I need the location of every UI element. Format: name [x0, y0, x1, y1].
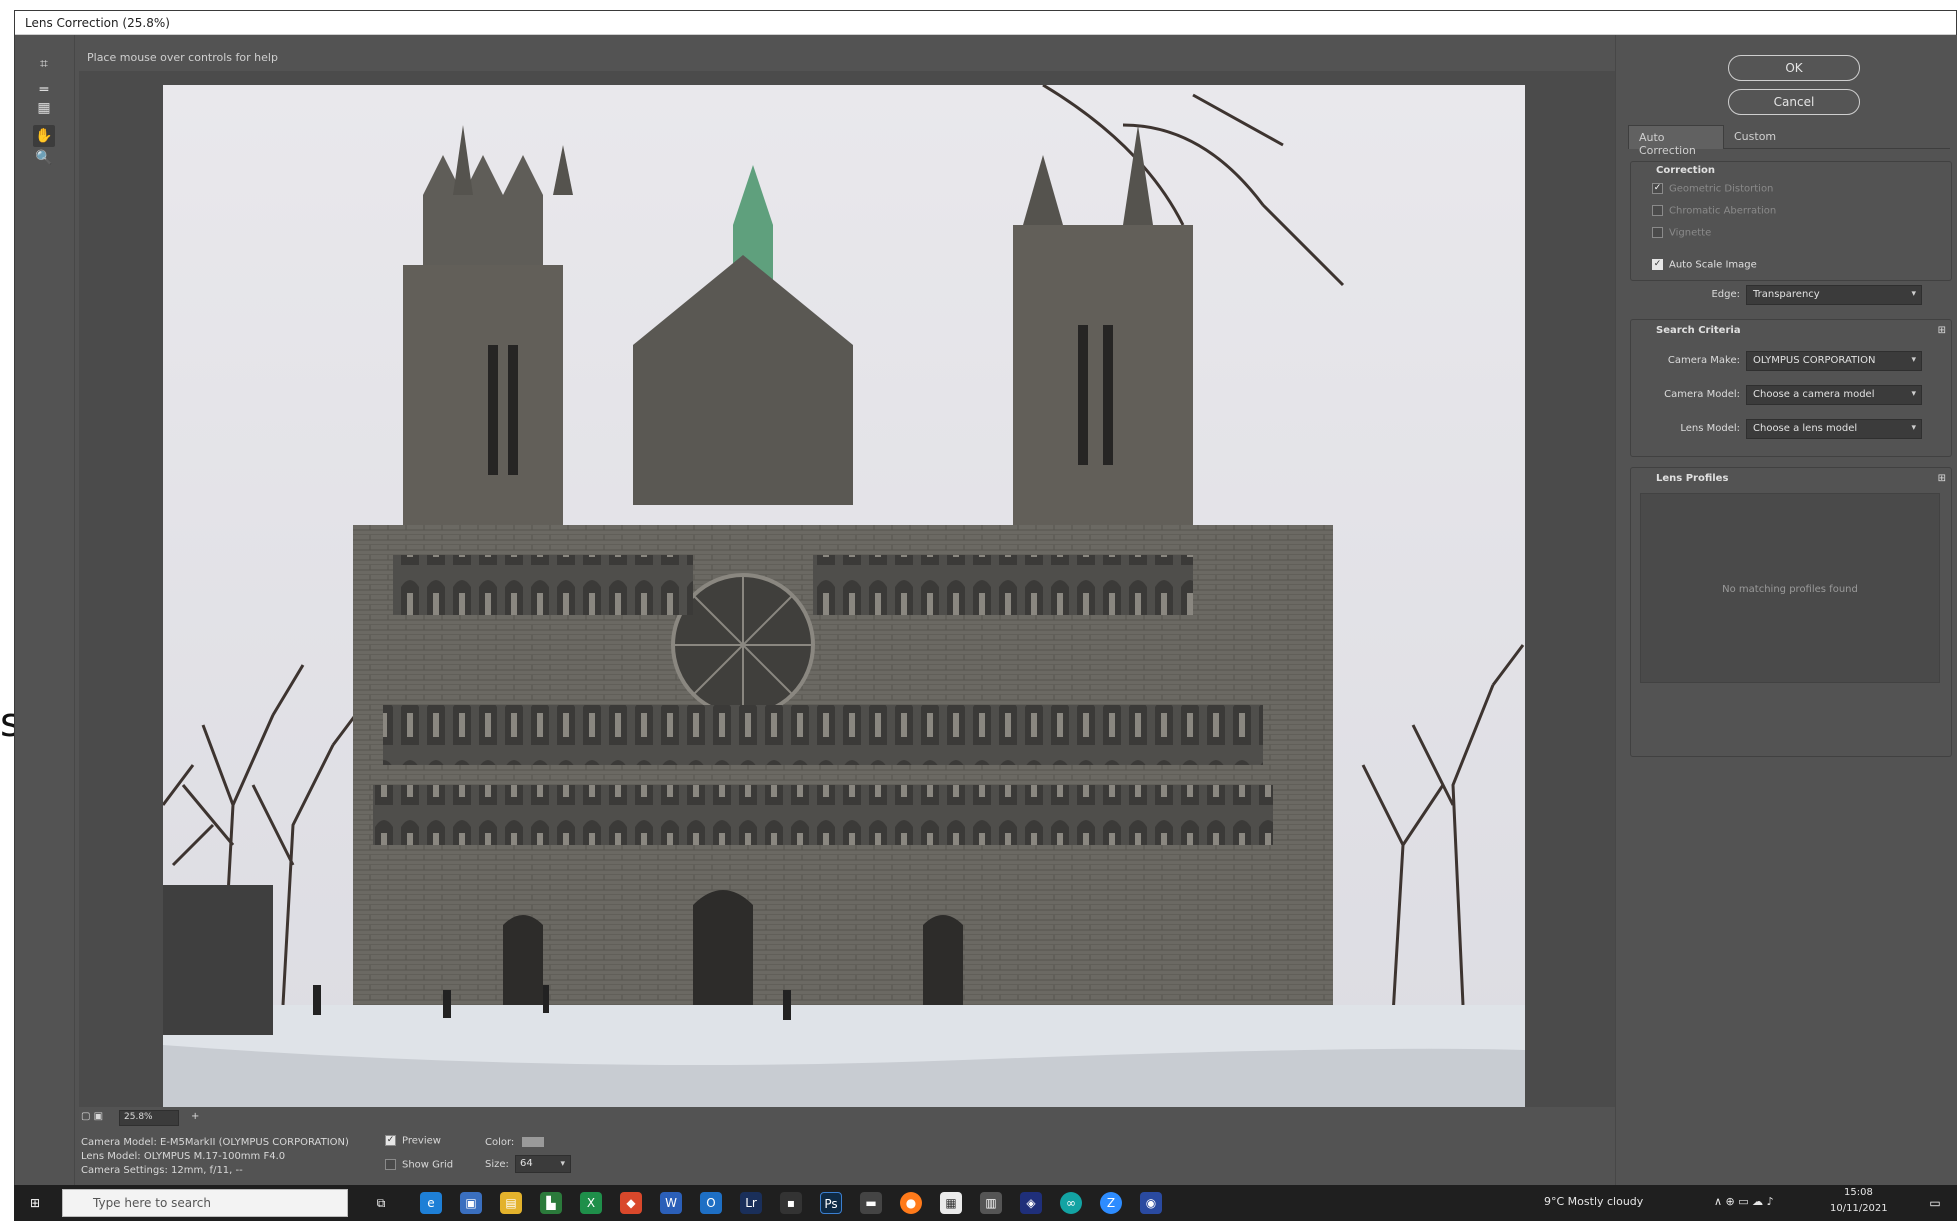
chevron-down-icon: ▾ — [1911, 355, 1916, 365]
cathedral-illustration — [163, 85, 1525, 1107]
correction-title: Correction — [1656, 165, 1715, 176]
lightroom-icon[interactable]: Lr — [740, 1192, 762, 1214]
cancel-button[interactable]: Cancel — [1728, 89, 1860, 115]
panel-tabs: Auto Correction Custom — [1628, 125, 1950, 157]
preview-checkbox[interactable]: ✓ Preview — [385, 1135, 441, 1147]
edge-label: Edge: — [1711, 289, 1740, 300]
zoom-level-field[interactable]: 25.8% — [119, 1110, 179, 1126]
rose-window-tracery — [673, 575, 813, 715]
photoshop-icon[interactable]: Ps — [820, 1192, 842, 1214]
help-hint: Place mouse over controls for help — [87, 51, 278, 64]
app-icon[interactable]: ▥ — [980, 1192, 1002, 1214]
edge-select[interactable]: Transparency ▾ — [1746, 285, 1922, 305]
cathedral-photo — [163, 85, 1525, 1107]
zoom-tool-icon[interactable]: 🔍 — [33, 147, 55, 169]
auto-scale-image-checkbox[interactable]: ✓ Auto Scale Image — [1652, 259, 1757, 271]
expand-icon[interactable]: ⊞ — [1938, 473, 1946, 484]
no-profiles-message: No matching profiles found — [1722, 584, 1858, 595]
windows-taskbar: ⊞ Type here to search ⧉ e ▣ ▤ ▙ X ◆ W O … — [14, 1185, 1957, 1221]
clock-date[interactable]: 10/11/2021 — [1830, 1203, 1888, 1214]
grid-size-select[interactable]: 64 ▾ — [515, 1155, 571, 1173]
chevron-down-icon: ▾ — [1911, 423, 1916, 433]
taskbar-search-input[interactable]: Type here to search — [62, 1189, 348, 1217]
camera-model-info: Camera Model: E-M5MarkII (OLYMPUS CORPOR… — [81, 1137, 349, 1148]
chevron-down-icon: ▾ — [1911, 289, 1916, 299]
chromatic-aberration-checkbox[interactable]: Chromatic Aberration — [1652, 205, 1776, 217]
lens-profiles-list[interactable]: No matching profiles found — [1640, 493, 1940, 683]
office-icon[interactable]: ◆ — [620, 1192, 642, 1214]
task-view-icon[interactable]: ⧉ — [370, 1192, 392, 1214]
tray-icons[interactable]: ∧ ⊕ ▭ ☁ ♪ — [1714, 1195, 1774, 1208]
file-explorer-icon[interactable]: ▤ — [500, 1192, 522, 1214]
chevron-down-icon: ▾ — [560, 1159, 565, 1169]
app-icon[interactable]: ∞ — [1060, 1192, 1082, 1214]
correction-panel: OK Cancel Auto Correction Custom Correct… — [1615, 35, 1957, 1186]
edge-browser-icon[interactable]: e — [420, 1192, 442, 1214]
store-icon[interactable]: ▣ — [460, 1192, 482, 1214]
chevron-down-icon: ▾ — [1911, 389, 1916, 399]
clock-time[interactable]: 15:08 — [1844, 1187, 1873, 1198]
tool-strip: ⌗ ═ ▦ ✋ 🔍 — [15, 35, 75, 1186]
status-area: ▢ ▣ 25.8% + Camera Model: E-M5MarkII (OL… — [75, 1107, 1615, 1186]
edge-fragment-text: s — [0, 700, 21, 746]
camera-model-select[interactable]: Choose a camera model ▾ — [1746, 385, 1922, 405]
app-icon[interactable]: ▪ — [780, 1192, 802, 1214]
remove-distortion-tool-icon[interactable]: ⌗ — [33, 53, 55, 75]
lens-model-label: Lens Model: — [1680, 423, 1740, 434]
camera-settings-info: Camera Settings: 12mm, f/11, -- — [81, 1165, 243, 1176]
app-icon[interactable]: ◈ — [1020, 1192, 1042, 1214]
search-criteria-title: Search Criteria — [1656, 325, 1741, 336]
windows-start-icon[interactable]: ⊞ — [24, 1192, 46, 1214]
window-title: Lens Correction (25.8%) — [15, 11, 1956, 35]
calendar-icon[interactable]: ▦ — [940, 1192, 962, 1214]
excel-icon[interactable]: X — [580, 1192, 602, 1214]
zoom-app-icon[interactable]: Z — [1100, 1192, 1122, 1214]
grid-color-swatch[interactable] — [522, 1137, 545, 1147]
lens-model-select[interactable]: Choose a lens model ▾ — [1746, 419, 1922, 439]
move-grid-tool-icon[interactable]: ▦ — [33, 97, 55, 119]
lens-model-info: Lens Model: OLYMPUS M.17-100mm F4.0 — [81, 1151, 286, 1162]
geometric-distortion-checkbox[interactable]: ✓ Geometric Distortion — [1652, 183, 1773, 195]
expand-icon[interactable]: ⊞ — [1938, 325, 1946, 336]
vignette-checkbox[interactable]: Vignette — [1652, 227, 1711, 239]
outlook-icon[interactable]: O — [700, 1192, 722, 1214]
app-icon[interactable]: ▙ — [540, 1192, 562, 1214]
grid-size-label: Size: — [485, 1159, 509, 1170]
hand-tool-icon[interactable]: ✋ — [33, 125, 55, 147]
word-icon[interactable]: W — [660, 1192, 682, 1214]
camera-make-label: Camera Make: — [1667, 355, 1740, 366]
weather-status[interactable]: 9°C Mostly cloudy — [1544, 1195, 1643, 1208]
ok-button[interactable]: OK — [1728, 55, 1860, 81]
camera-make-select[interactable]: OLYMPUS CORPORATION ▾ — [1746, 351, 1922, 371]
zoom-in-button[interactable]: + — [191, 1111, 199, 1122]
camera-model-label: Camera Model: — [1664, 389, 1740, 400]
tab-custom[interactable]: Custom — [1724, 125, 1794, 149]
notification-icon[interactable]: ▭ — [1924, 1192, 1946, 1214]
preview-canvas[interactable] — [79, 71, 1615, 1107]
app-icon[interactable]: ▬ — [860, 1192, 882, 1214]
lens-correction-window: Lens Correction (25.8%) ⌗ ═ ▦ ✋ 🔍 Place … — [14, 10, 1957, 1186]
tab-auto-correction[interactable]: Auto Correction — [1628, 125, 1724, 157]
grid-color-control[interactable]: Color: — [485, 1137, 545, 1148]
app-icon[interactable]: ◉ — [1140, 1192, 1162, 1214]
fit-view-icon[interactable]: ▢ ▣ — [81, 1111, 103, 1122]
lens-profiles-title: Lens Profiles — [1656, 473, 1729, 484]
firefox-icon[interactable]: ● — [900, 1192, 922, 1214]
show-grid-checkbox[interactable]: Show Grid — [385, 1159, 453, 1171]
